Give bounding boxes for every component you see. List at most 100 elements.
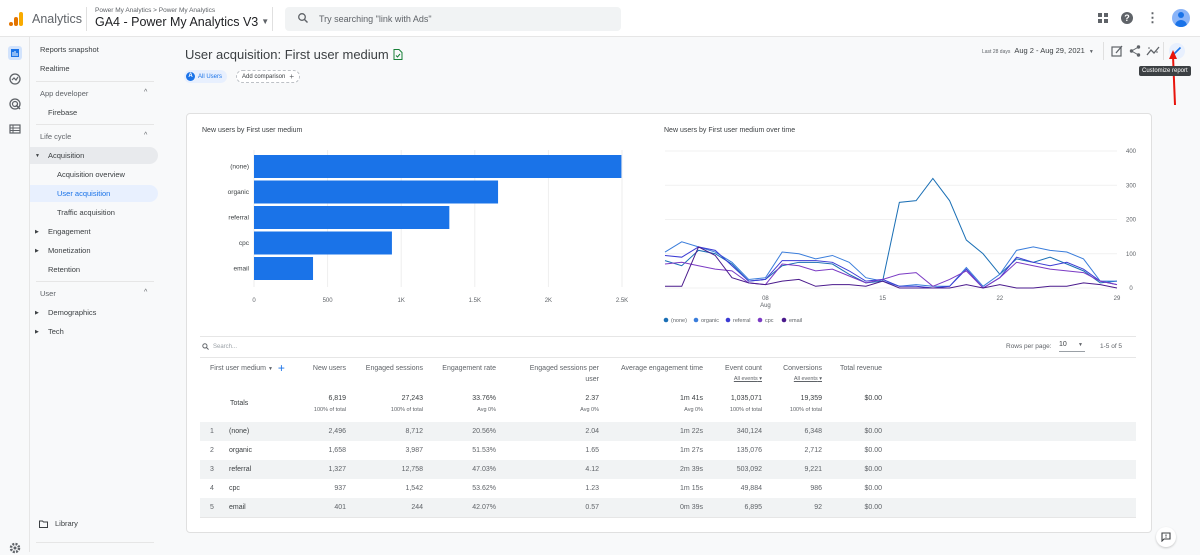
sidebar-item-traffic-acquisition[interactable]: Traffic acquisition <box>57 208 115 217</box>
app-name: Analytics <box>32 12 83 26</box>
table-row[interactable]: 2 organic 1,658 3,987 51.53% 1.65 1m 27s 135,07… <box>200 441 1136 460</box>
row-medium[interactable]: email <box>229 504 246 511</box>
column-label: First user medium <box>210 365 267 372</box>
series-line-none[interactable] <box>664 177 1118 284</box>
rows-per-page-select[interactable]: 10 ▼ <box>1059 341 1085 352</box>
sidebar-item-retention[interactable]: Retention <box>48 265 80 274</box>
search-icon <box>298 13 308 23</box>
add-comparison-button[interactable]: Add comparison + <box>236 70 301 83</box>
sidebar-item-user-acquisition[interactable]: User acquisition <box>57 189 110 198</box>
category-label: organic <box>228 189 250 196</box>
legend-label[interactable]: (none) <box>671 318 687 324</box>
expand-arrow-icon[interactable]: ▶ <box>35 248 39 254</box>
expand-arrow-icon[interactable]: ▼ <box>35 153 40 159</box>
row-cell: 1,327 <box>328 466 346 473</box>
annotation-arrow <box>1169 50 1177 106</box>
column-header-average-engagement-time[interactable]: Average engagement time <box>603 363 703 374</box>
sidebar-section-life-cycle[interactable]: Life cycle <box>40 132 71 141</box>
legend-label[interactable]: email <box>789 318 802 324</box>
help-icon[interactable]: ? <box>1121 12 1133 24</box>
bar-email[interactable] <box>254 257 314 280</box>
date-range-picker[interactable]: Last 28 days Aug 2 - Aug 29, 2021 ▼ <box>982 46 1094 55</box>
series-line-referral[interactable] <box>664 246 1118 289</box>
settings-icon[interactable] <box>8 541 22 555</box>
table-row[interactable]: 1 (none) 2,496 8,712 20.56% 2.04 1m 22s 340,124… <box>200 422 1136 441</box>
bar-none[interactable] <box>254 155 622 178</box>
expand-arrow-icon[interactable]: ▶ <box>35 329 39 335</box>
row-cell: 3,987 <box>405 447 423 454</box>
totals-value: 27,243 <box>401 395 423 402</box>
nav-rail <box>0 37 30 555</box>
explore-icon[interactable] <box>8 72 22 86</box>
reports-icon[interactable] <box>8 46 22 60</box>
sidebar-item-tech[interactable]: Tech <box>48 327 64 336</box>
table-row[interactable]: 3 referral 1,327 12,758 47.03% 4.12 2m 39s 503,… <box>200 460 1136 479</box>
account-breadcrumb[interactable]: Power My Analytics > Power My Analytics <box>95 7 215 14</box>
more-vert-icon[interactable]: ⋮ <box>1146 11 1159 24</box>
sidebar-section-app-developer[interactable]: App developer <box>40 89 88 98</box>
sidebar-item-reports-snapshot[interactable]: Reports snapshot <box>40 45 99 54</box>
series-line-email[interactable] <box>665 246 1118 289</box>
chevron-up-icon[interactable]: ^ <box>144 89 147 96</box>
share-icon[interactable] <box>1128 44 1142 58</box>
apps-icon[interactable] <box>1098 13 1108 23</box>
column-header-total-revenue[interactable]: Total revenue <box>812 363 882 374</box>
legend-label[interactable]: cpc <box>765 318 774 324</box>
sidebar-item-realtime[interactable]: Realtime <box>40 64 70 73</box>
feedback-button[interactable] <box>1156 527 1176 547</box>
x-tick-label: 2K <box>545 298 552 304</box>
saved-report-icon[interactable] <box>393 49 403 60</box>
segment-chip-all-users[interactable]: A All Users <box>184 70 228 83</box>
divider <box>200 336 1136 337</box>
sidebar-item-firebase[interactable]: Firebase <box>48 108 77 117</box>
sidebar-item-demographics[interactable]: Demographics <box>48 308 96 317</box>
chevron-up-icon[interactable]: ^ <box>144 289 147 296</box>
row-medium[interactable]: referral <box>229 466 251 473</box>
row-medium[interactable]: cpc <box>229 485 240 492</box>
sidebar-item-monetization[interactable]: Monetization <box>48 246 91 255</box>
configure-icon[interactable] <box>8 122 22 136</box>
bar-referral[interactable] <box>254 206 450 229</box>
sidebar-item-library[interactable]: Library <box>39 519 78 528</box>
account-avatar[interactable] <box>1172 9 1190 27</box>
insights-icon[interactable] <box>1146 44 1160 58</box>
sidebar-item-engagement[interactable]: Engagement <box>48 227 91 236</box>
event-filter-dropdown[interactable]: All events ▾ <box>752 374 822 385</box>
column-header-engaged-sessions[interactable]: Engaged sessions <box>353 363 423 374</box>
sidebar-item-acquisition-overview[interactable]: Acquisition overview <box>57 170 125 179</box>
chevron-up-icon[interactable]: ^ <box>144 132 147 139</box>
table-search-input[interactable]: Search... <box>202 343 237 350</box>
row-cell: 42.07% <box>472 504 496 511</box>
column-header-first-user-medium[interactable]: First user medium ▼ + <box>210 362 285 375</box>
expand-arrow-icon[interactable]: ▶ <box>35 229 39 235</box>
sidebar-item-acquisition[interactable]: Acquisition <box>48 151 84 160</box>
bar-cpc[interactable] <box>254 231 392 255</box>
column-header-engagement-rate[interactable]: Engagement rate <box>426 363 496 374</box>
column-header-new-users[interactable]: New users <box>276 363 346 374</box>
property-selector[interactable]: GA4 - Power My Analytics V3 ▼ <box>95 15 269 29</box>
edit-comparisons-icon[interactable] <box>1110 44 1124 58</box>
search-input[interactable]: Try searching "link with Ads" <box>285 7 621 31</box>
expand-arrow-icon[interactable]: ▶ <box>35 310 39 316</box>
series-line-organic[interactable] <box>664 241 1117 287</box>
caret-down-icon: ▼ <box>1088 49 1094 55</box>
advertising-icon[interactable] <box>8 97 22 111</box>
totals-subtext: Avg 0% <box>477 407 496 413</box>
row-cell: $0.00 <box>864 466 882 473</box>
column-label: Average engagement time <box>621 365 703 372</box>
sidebar-section-user[interactable]: User <box>40 289 56 298</box>
row-medium[interactable]: (none) <box>229 428 249 435</box>
table-row[interactable]: 5 email 401 244 42.07% 0.57 0m 39s 6,895 92 $0.00 <box>200 498 1136 517</box>
legend-label[interactable]: organic <box>701 318 719 324</box>
row-cell: 53.62% <box>472 485 496 492</box>
totals-value: $0.00 <box>864 395 882 402</box>
row-cell: 401 <box>334 504 346 511</box>
bar-chart-title: New users by First user medium <box>202 127 303 134</box>
bar-chart: 0 500 1K 1.5K 2K 2.5K (none) organic referral cpc… <box>228 150 628 304</box>
row-medium[interactable]: organic <box>229 447 252 454</box>
bar-organic[interactable] <box>254 180 499 204</box>
legend-label[interactable]: referral <box>733 318 750 324</box>
line-chart-title: New users by First user medium over time <box>664 127 796 134</box>
column-header-engaged-sessions-per-user[interactable]: Engaged sessions per user <box>519 363 599 385</box>
table-row[interactable]: 4 cpc 937 1,542 53.62% 1.23 1m 15s 49,884 986 $0.… <box>200 479 1136 498</box>
